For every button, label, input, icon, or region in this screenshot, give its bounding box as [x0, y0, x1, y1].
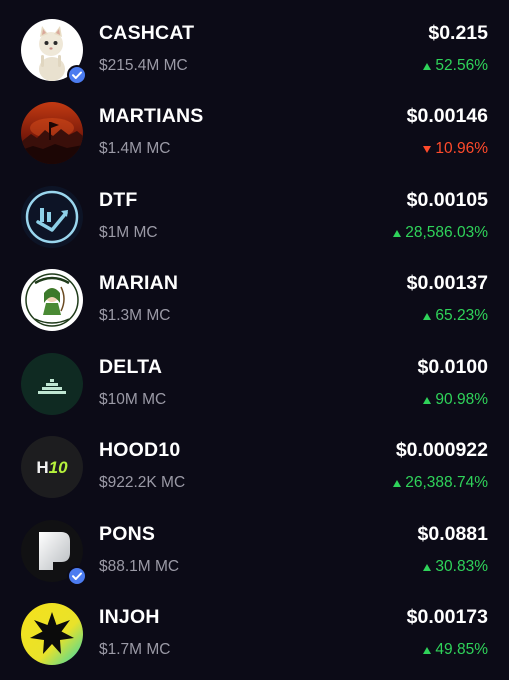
token-price: $0.215	[428, 22, 488, 44]
token-market-cap: $1M MC	[99, 224, 158, 241]
triangle-up-icon	[423, 396, 432, 404]
token-market-cap: $922.2K MC	[99, 474, 186, 491]
token-price: $0.00105	[406, 189, 488, 211]
token-name: PONS	[99, 523, 156, 545]
triangle-up-icon	[423, 646, 432, 654]
token-change: 49.85%	[423, 641, 488, 659]
token-row-marian[interactable]: MARIAN $1.3M MC $0.00137 65.23%	[0, 267, 509, 350]
token-price: $0.0881	[417, 523, 489, 545]
triangle-up-icon	[423, 62, 432, 70]
token-change-value: 49.85%	[435, 641, 488, 658]
token-list: CASHCAT $215.4M MC $0.215 52.56% MARTIAN…	[0, 0, 509, 680]
token-name: CASHCAT	[99, 22, 195, 44]
token-row-hood10[interactable]: H10 HOOD10 $922.2K MC $0.000922 26,388.7…	[0, 434, 509, 517]
token-price: $0.0100	[417, 356, 489, 378]
token-price: $0.00146	[406, 105, 488, 127]
token-name: MARTIANS	[99, 105, 204, 127]
token-change: 65.23%	[423, 307, 488, 325]
token-change: 10.96%	[423, 140, 488, 158]
dtf-logo-icon	[21, 186, 83, 248]
token-price: $0.00137	[406, 272, 488, 294]
martian-landscape-icon	[21, 102, 83, 164]
delta-pyramid-icon	[21, 353, 83, 415]
token-change: 26,388.74%	[393, 474, 488, 492]
token-name: INJOH	[99, 606, 160, 628]
token-row-cashcat[interactable]: CASHCAT $215.4M MC $0.215 52.56%	[0, 17, 509, 100]
token-market-cap: $88.1M MC	[99, 558, 180, 575]
triangle-up-icon	[393, 479, 402, 487]
token-market-cap: $10M MC	[99, 391, 167, 408]
injoh-star-icon	[21, 603, 83, 665]
token-change-value: 65.23%	[435, 307, 488, 324]
h10-logo-icon: H10	[21, 436, 83, 498]
token-change-value: 28,586.03%	[405, 224, 488, 241]
triangle-up-icon	[393, 229, 402, 237]
token-market-cap: $1.3M MC	[99, 307, 171, 324]
token-change: 90.98%	[423, 391, 488, 409]
token-change-value: 52.56%	[435, 57, 488, 74]
token-name: DTF	[99, 189, 138, 211]
token-market-cap: $215.4M MC	[99, 57, 188, 74]
token-row-dtf[interactable]: DTF $1M MC $0.00105 28,586.03%	[0, 184, 509, 267]
token-name: MARIAN	[99, 272, 179, 294]
token-change: 52.56%	[423, 57, 488, 75]
token-change-value: 10.96%	[435, 140, 488, 157]
token-change: 30.83%	[423, 558, 488, 576]
token-row-martians[interactable]: MARTIANS $1.4M MC $0.00146 10.96%	[0, 100, 509, 183]
triangle-up-icon	[423, 563, 432, 571]
token-price: $0.000922	[395, 439, 488, 461]
token-name: DELTA	[99, 356, 163, 378]
triangle-up-icon	[423, 312, 432, 320]
token-row-delta[interactable]: DELTA $10M MC $0.0100 90.98%	[0, 351, 509, 434]
verified-badge-icon	[67, 65, 87, 85]
token-row-injoh[interactable]: INJOH $1.7M MC $0.00173 49.85%	[0, 601, 509, 680]
token-change-value: 26,388.74%	[405, 474, 488, 491]
token-market-cap: $1.4M MC	[99, 140, 171, 157]
token-price: $0.00173	[406, 606, 488, 628]
verified-badge-icon	[67, 566, 87, 586]
token-change-value: 30.83%	[435, 558, 488, 575]
marian-character-icon	[21, 269, 83, 331]
h10-logo-text: H10	[36, 458, 68, 477]
token-market-cap: $1.7M MC	[99, 641, 171, 658]
token-name: HOOD10	[99, 439, 181, 461]
triangle-down-icon	[423, 145, 432, 153]
token-change-value: 90.98%	[435, 391, 488, 408]
token-row-pons[interactable]: PONS $88.1M MC $0.0881 30.83%	[0, 518, 509, 601]
token-change: 28,586.03%	[393, 224, 488, 242]
